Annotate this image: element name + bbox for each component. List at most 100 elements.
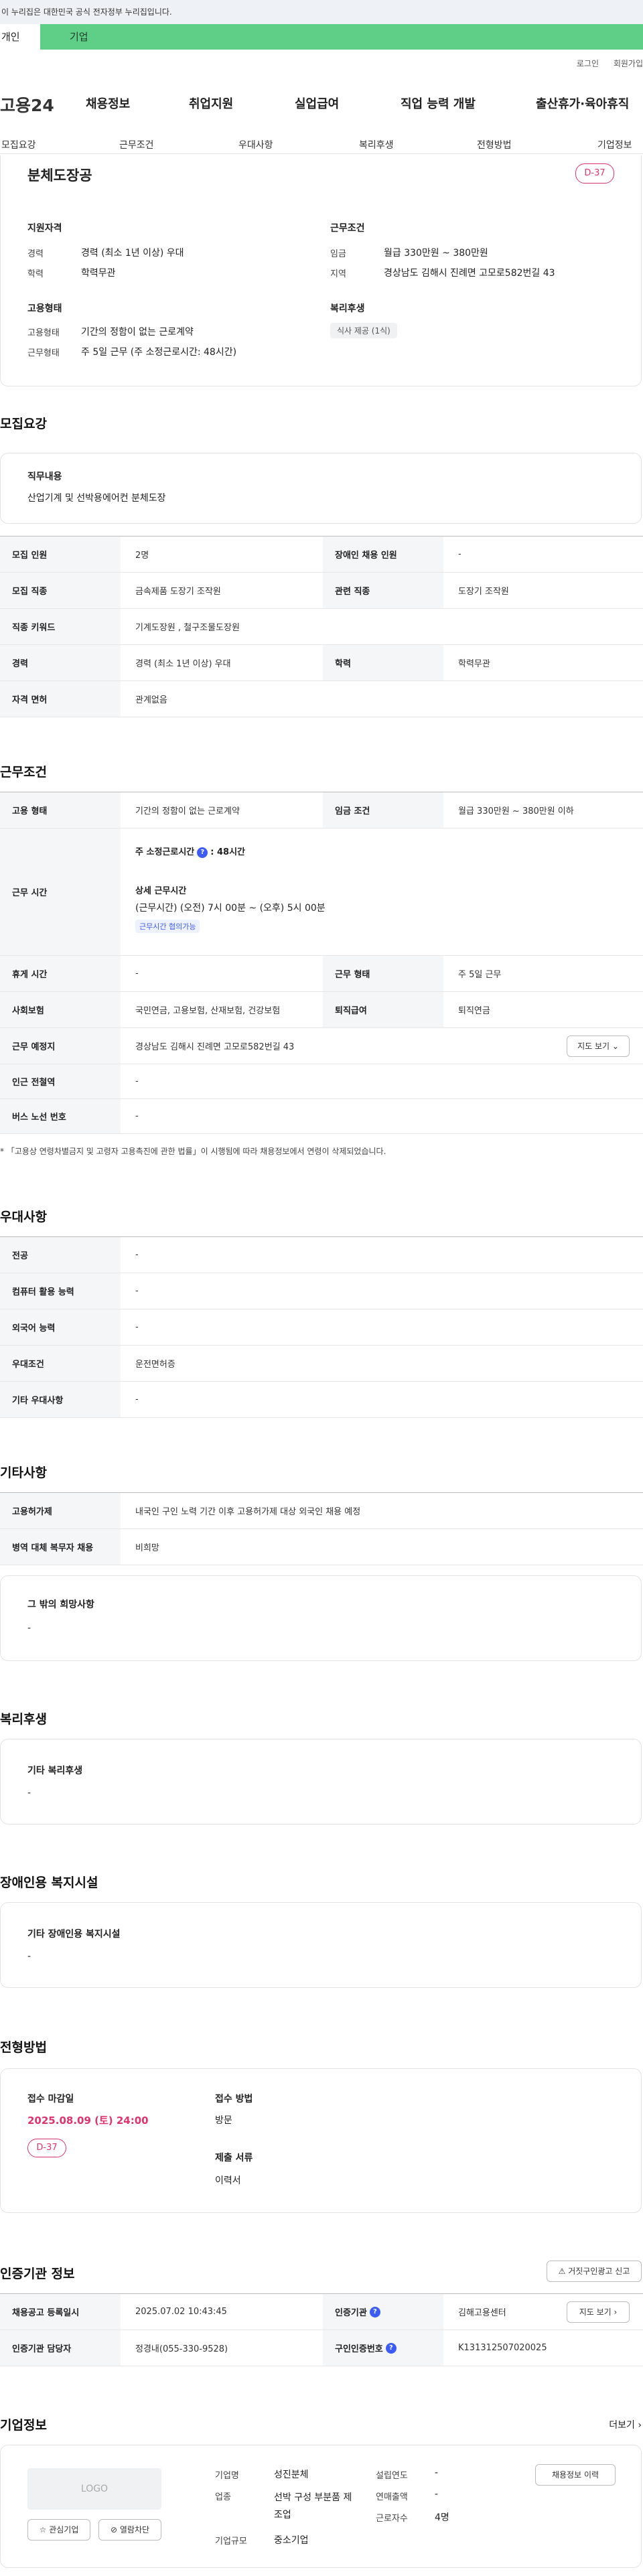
favorite-company-button[interactable]: ☆ 관심기업 (27, 2519, 90, 2541)
nav-job-training[interactable]: 직업 능력 개발 (401, 94, 476, 112)
user-type-tabs: 개인 기업 (0, 24, 643, 50)
conditions-heading: 근무조건 (330, 223, 365, 234)
nav-job-info[interactable]: 채용정보 (86, 94, 130, 112)
disabled-box-heading: 기타 장애인용 복지시설 (27, 1929, 121, 1940)
agency-map-button[interactable]: 지도 보기 › (567, 2301, 630, 2323)
process-card: 접수 마감일 2025.08.09 (토) 24:00 D-37 접수 방법 방… (0, 2068, 642, 2213)
gov-banner: 이 누리집은 대한민국 공식 전자정부 누리집입니다. (0, 0, 643, 24)
other-table: 고용허가제 내국인 구인 노력 기간 이후 고용허가제 대상 외국인 채용 예정… (0, 1492, 643, 1565)
tab-recruit[interactable]: 모집요강 (1, 138, 36, 151)
table-row: 인근 전철역 - (0, 1064, 643, 1099)
disabled-box-value: - (27, 1951, 31, 1962)
table-row: 외국어 능력 - (0, 1309, 643, 1346)
signup-link[interactable]: 회원가입 (614, 59, 643, 68)
process-dday-badge: D-37 (27, 2139, 66, 2157)
recruit-table: 모집 인원 2명 장애인 채용 인원 - 모집 직종 금속제품 도장기 조작원 … (0, 536, 643, 717)
welfare-chip: 식사 제공 (1식) (330, 323, 397, 338)
docs-heading: 제출 서류 (215, 2153, 253, 2163)
education-label: 학력 (27, 269, 44, 279)
table-row: 휴게 시간 - 근무 형태 주 5일 근무 (0, 956, 643, 992)
company-industry: 선박 구성 부분품 제조업 (274, 2492, 352, 2520)
welfare-box-value: - (27, 1788, 31, 1798)
employment-type-heading: 고용형태 (27, 303, 62, 314)
work-form-label: 근무형태 (27, 348, 60, 358)
table-row: 채용공고 등록일시 2025.07.02 10:43:45 인증기관? 김해고용… (0, 2294, 643, 2330)
other-hope-card: 그 밖의 희망사항 - (0, 1575, 642, 1661)
method-heading: 접수 방법 (215, 2094, 253, 2104)
company-name: 성진분체 (274, 2470, 309, 2480)
table-row: 인증기관 담당자 정경내(055-330-9528) 구인인증번호? K1313… (0, 2330, 643, 2366)
tab-preference[interactable]: 우대사항 (238, 138, 273, 151)
company-heading: 기업정보 (0, 2418, 47, 2433)
summary-card: 분체도장공 D-37 지원자격 경력 경력 (최소 1년 이상) 우대 학력 학… (0, 155, 642, 386)
table-row: 근무 예정지 경상남도 김해시 진례면 고모로582번길 43 지도 보기 ⌄ (0, 1028, 643, 1064)
qualification-heading: 지원자격 (27, 223, 62, 234)
company-size: 중소기업 (274, 2535, 309, 2546)
tab-welfare[interactable]: 복리후생 (359, 138, 394, 151)
table-row: 고용 형태 기간의 정함이 없는 근로계약 임금 조건 월급 330만원 ~ 3… (0, 792, 643, 829)
agency-table: 채용공고 등록일시 2025.07.02 10:43:45 인증기관? 김해고용… (0, 2293, 643, 2366)
table-row: 우대조건 운전면허증 (0, 1346, 643, 1382)
table-row: 경력 경력 (최소 1년 이상) 우대 학력 학력무관 (0, 645, 643, 681)
info-icon[interactable]: ? (369, 2306, 380, 2317)
nav-unemployment-benefit[interactable]: 실업급여 (295, 94, 339, 112)
company-logo-placeholder: LOGO (27, 2468, 161, 2510)
welfare-heading: 복리후생 (330, 303, 365, 314)
recruit-heading: 모집요강 (0, 417, 47, 431)
company-founded: - (435, 2467, 439, 2478)
company-employees: 4명 (435, 2512, 449, 2523)
company-sales: - (435, 2489, 439, 2500)
hiring-history-button[interactable]: 채용정보 이력 (535, 2464, 616, 2486)
company-card: LOGO ☆ 관심기업 ⊘ 열람차단 기업명 성진분체 업종 선박 구성 부분품… (0, 2445, 642, 2568)
block-icon: ⊘ (110, 2525, 118, 2534)
table-row: 전공 - (0, 1237, 643, 1273)
table-row: 근무 시간 주 소정근로시간?: 48시간 상세 근무시간 (근무시간) (오전… (0, 829, 643, 956)
region-value: 경상남도 김해시 진례면 고모로582번길 43 (384, 268, 555, 279)
tab-company[interactable]: 기업 (40, 24, 643, 50)
disabled-facility-heading: 장애인용 복지시설 (0, 1875, 98, 1890)
table-row: 직종 키워드 기계도장원 , 철구조물도장원 (0, 609, 643, 645)
career-value: 경력 (최소 1년 이상) 우대 (81, 248, 184, 259)
info-icon[interactable]: ? (197, 847, 208, 858)
star-icon: ☆ (39, 2525, 47, 2534)
weekly-hours: 주 소정근로시간?: 48시간 (135, 847, 245, 858)
method-value: 방문 (215, 2115, 232, 2126)
nav-parental-leave[interactable]: 출산휴가·육아휴직 (536, 94, 629, 112)
region-label: 지역 (330, 269, 346, 279)
agency-heading: 인증기관 정보 (0, 2267, 75, 2281)
company-more-link[interactable]: 더보기 › (609, 2418, 642, 2431)
career-label: 경력 (27, 249, 44, 259)
tab-personal[interactable]: 개인 (0, 24, 40, 50)
other-hope-value: - (27, 1623, 31, 1634)
main-nav: 채용정보 취업지원 실업급여 직업 능력 개발 출산휴가·육아휴직 (0, 94, 643, 115)
map-view-button[interactable]: 지도 보기 ⌄ (567, 1035, 630, 1057)
job-title: 분체도장공 (27, 167, 92, 184)
info-icon[interactable]: ? (385, 2342, 397, 2354)
table-row: 병역 대체 복무자 채용 비희망 (0, 1529, 643, 1565)
login-link[interactable]: 로그인 (577, 59, 599, 68)
wage-label: 임금 (330, 249, 346, 259)
block-view-button[interactable]: ⊘ 열람차단 (98, 2519, 161, 2541)
report-fake-ad-button[interactable]: ⚠ 거짓구인광고 신고 (547, 2261, 642, 2282)
employment-type-value: 기간의 정함이 없는 근로계약 (81, 327, 194, 338)
age-law-note: * 「고용상 연령차별금지 및 고령자 고용촉진에 관한 법률」이 시행됨에 따… (0, 1147, 386, 1156)
tab-company-info[interactable]: 기업정보 (597, 138, 632, 151)
detail-hours-heading: 상세 근무시간 (135, 886, 187, 896)
disabled-facility-card: 기타 장애인용 복지시설 - (0, 1902, 642, 1988)
work-conditions-heading: 근무조건 (0, 765, 47, 780)
process-heading: 전형방법 (0, 2040, 47, 2055)
other-heading: 기타사항 (0, 1465, 47, 1480)
alarm-icon: ⚠ (558, 2267, 566, 2276)
util-links: 로그인 회원가입 (565, 58, 643, 69)
table-row: 사회보험 국민연금, 고용보험, 산재보험, 건강보험 퇴직급여 퇴직연금 (0, 992, 643, 1028)
table-row: 기타 우대사항 - (0, 1382, 643, 1418)
preference-table: 전공 - 컴퓨터 활용 능력 - 외국어 능력 - 우대조건 운전면허증 기타 … (0, 1236, 643, 1418)
nav-employment-support[interactable]: 취업지원 (189, 94, 233, 112)
tab-process[interactable]: 전형방법 (477, 138, 512, 151)
job-description-heading: 직무내용 (27, 472, 62, 482)
table-row: 컴퓨터 활용 능력 - (0, 1273, 643, 1309)
tab-conditions[interactable]: 근무조건 (119, 138, 154, 151)
docs-value: 이력서 (215, 2175, 241, 2186)
table-row: 고용허가제 내국인 구인 노력 기간 이후 고용허가제 대상 외국인 채용 예정 (0, 1493, 643, 1529)
work-form-value: 주 5일 근무 (주 소정근로시간: 48시간) (81, 347, 237, 358)
